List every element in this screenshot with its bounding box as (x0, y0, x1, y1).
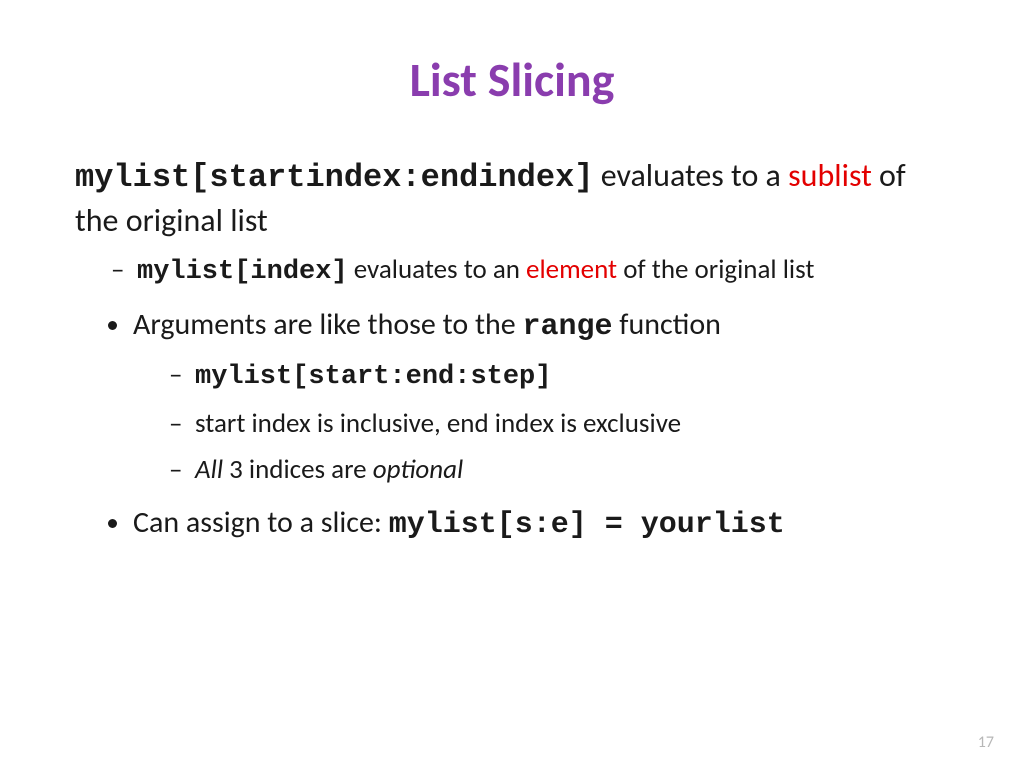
intro-highlight: sublist (788, 156, 872, 195)
bullet-arguments: Arguments are like those to the range fu… (133, 305, 949, 489)
sub-args-inclusive: start index is inclusive, end index is e… (195, 407, 681, 440)
sub-intro-highlight: element (526, 253, 617, 286)
sub-args-optional: optional (373, 453, 463, 486)
intro-code: mylist[startindex:endindex] (75, 159, 593, 196)
slide: List Slicing mylist[startindex:endindex]… (0, 0, 1024, 768)
sub-intro-item: mylist[index] evaluates to an element of… (137, 252, 949, 290)
page-number: 17 (978, 733, 994, 752)
sub-args-all: All (195, 453, 223, 486)
main-bullet-list: Arguments are like those to the range fu… (75, 305, 949, 545)
args-sublist: mylist[start:end:step] start index is in… (133, 357, 949, 488)
sub-args-code: mylist[start:end:step] (195, 362, 551, 392)
bullet-assign-code: mylist[s:e] = yourlist (389, 508, 785, 542)
sub-args-mid: 3 indices are (223, 453, 373, 486)
sub-args-code-item: mylist[start:end:step] (195, 357, 949, 395)
bullet-args-text-2: function (613, 306, 721, 343)
sub-intro-text-2: of the original list (617, 253, 814, 286)
bullet-assign: Can assign to a slice: mylist[s:e] = you… (133, 503, 949, 546)
bullet-args-text-1: Arguments are like those to the (133, 306, 522, 343)
sub-args-inclusive-item: start index is inclusive, end index is e… (195, 406, 949, 442)
intro-text-1: evaluates to a (593, 156, 788, 195)
slide-title: List Slicing (75, 50, 949, 109)
sub-args-optional-item: All 3 indices are optional (195, 452, 949, 488)
sub-intro-code: mylist[index] (137, 257, 348, 287)
bullet-args-code: range (522, 310, 612, 344)
intro-paragraph: mylist[startindex:endindex] evaluates to… (75, 154, 949, 242)
sub-intro-text-1: evaluates to an (348, 253, 526, 286)
intro-sublist: mylist[index] evaluates to an element of… (75, 252, 949, 290)
bullet-assign-text-1: Can assign to a slice: (133, 504, 389, 541)
